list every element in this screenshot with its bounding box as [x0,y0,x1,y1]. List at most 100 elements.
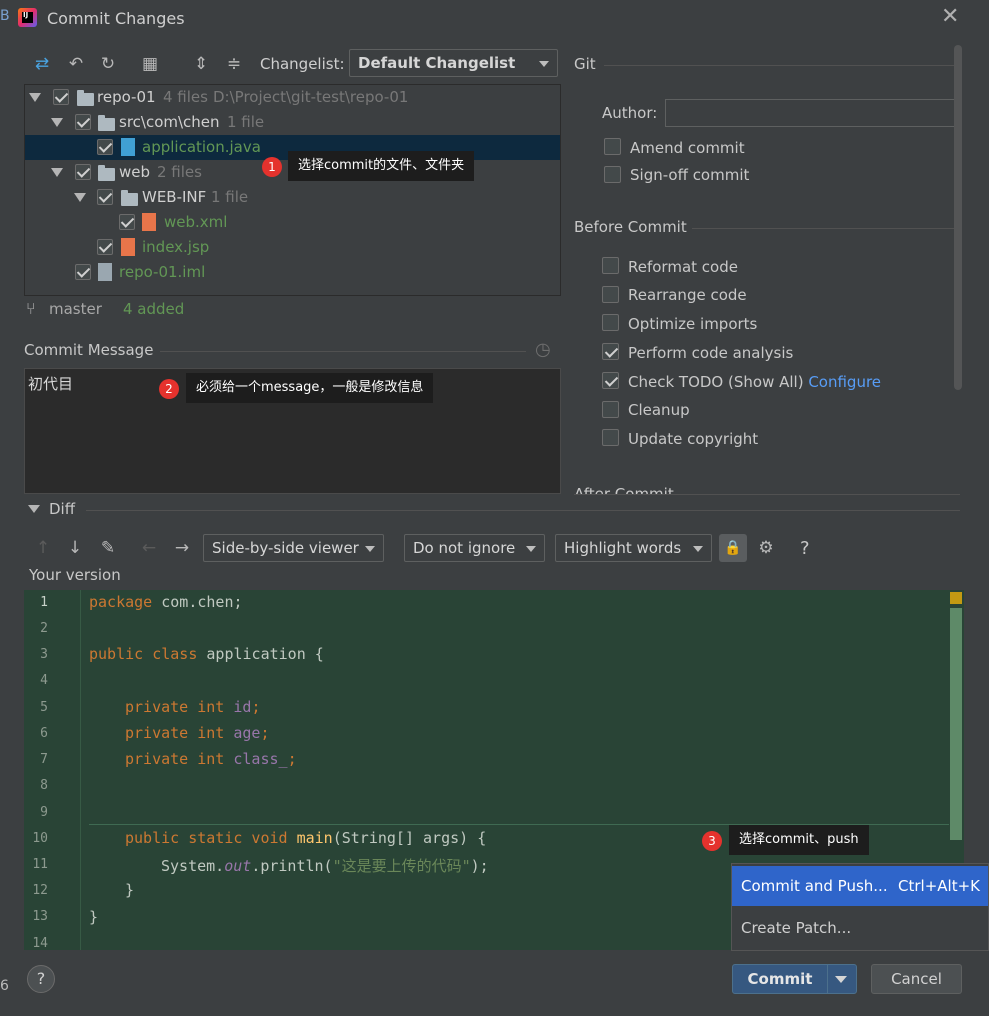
check-todo-checkbox[interactable] [602,372,619,389]
tree-row-repo-iml[interactable]: repo-01.iml [25,260,560,285]
chevron-down-icon [365,546,375,552]
checkbox-web-inf[interactable] [97,189,113,205]
code-line-11: System.out.println("这是要上传的代码"); [161,857,489,875]
expand-all-icon[interactable]: ⇕ [190,53,212,75]
group-by-icon[interactable]: ▦ [139,53,161,75]
help-icon[interactable]: ? [800,538,810,559]
tree-meta: 2 files [157,163,202,181]
optimize-imports-label[interactable]: Optimize imports [628,315,757,333]
amend-commit-label[interactable]: Amend commit [630,139,745,157]
tree-meta: 1 file [211,188,249,206]
optimize-imports-checkbox[interactable] [602,314,619,331]
callout-3: 选择commit、push [729,825,869,855]
perform-code-analysis-checkbox[interactable] [602,343,619,360]
highlight-select[interactable]: Highlight words [555,534,712,562]
callout-badge-1: 1 [262,157,282,177]
reformat-code-label[interactable]: Reformat code [628,258,738,276]
update-copyright-label[interactable]: Update copyright [628,430,758,448]
signoff-commit-label[interactable]: Sign-off commit [630,166,749,184]
configure-link[interactable]: Configure [808,373,881,391]
close-icon[interactable]: ✕ [941,6,959,28]
viewer-select[interactable]: Side-by-side viewer [203,534,384,562]
update-copyright-checkbox[interactable] [602,429,619,446]
folder-icon [121,190,138,206]
edit-source-icon[interactable]: ✎ [97,537,119,559]
code-line-10: public static void main(String[] args) { [125,829,487,847]
code-line-13: } [89,908,99,926]
cancel-button[interactable]: Cancel [871,964,962,994]
cleanup-label[interactable]: Cleanup [628,401,690,419]
amend-commit-checkbox[interactable] [604,138,621,155]
commit-options-popup: Commit and Push... Ctrl+Alt+K Create Pat… [731,863,989,951]
line-number: 1 [40,595,48,610]
line-number: 13 [32,909,48,924]
check-todo-label[interactable]: Check TODO (Show All) Configure [628,373,881,391]
signoff-commit-checkbox[interactable] [604,166,621,183]
before-commit-title: Before Commit [574,218,687,236]
checkbox-src[interactable] [75,114,91,130]
after-commit-clip: After Commit [574,480,954,494]
branch-status: 4 added [123,300,185,318]
author-input[interactable] [665,99,958,127]
line-number: 7 [40,752,48,767]
tree-row-index-jsp[interactable]: index.jsp [25,235,560,260]
code-line-1: package com.chen; [89,593,243,611]
perform-code-analysis-label[interactable]: Perform code analysis [628,344,793,362]
rearrange-code-label[interactable]: Rearrange code [628,286,747,304]
checkbox-application-java[interactable] [97,139,113,155]
line-number: 11 [32,857,48,872]
tree-row-web-inf[interactable]: WEB-INF 1 file [25,185,560,210]
cleanup-checkbox[interactable] [602,401,619,418]
callout-2: 必须给一个message，一般是修改信息 [186,373,434,403]
checkbox-web[interactable] [75,164,91,180]
tree-row-repo[interactable]: repo-01 4 files D:\Project\git-test\repo… [25,85,560,110]
create-patch-item[interactable]: Create Patch... [732,908,988,948]
back-arrow-icon[interactable]: ← [138,537,160,559]
callout-badge-2: 2 [159,379,179,399]
prev-difference-icon[interactable]: ↑ [32,537,54,559]
collapse-all-icon[interactable]: ≑ [223,53,245,75]
commit-dropdown-arrow-icon[interactable] [835,976,847,983]
shortcut-label: Ctrl+Alt+K [898,877,980,895]
module-folder-icon [77,90,94,106]
line-number: 3 [40,647,48,662]
history-clock-icon[interactable]: ◷ [535,339,551,360]
editor-scrollbar[interactable] [950,608,962,840]
jsp-file-icon [121,238,135,256]
expand-triangle-icon[interactable] [74,193,86,202]
changelist-select[interactable]: Default Changelist [349,49,558,77]
checkbox-repo-iml[interactable] [75,264,91,280]
collapse-diff-icon[interactable] [28,505,40,513]
changelist-label: Changelist: [260,55,345,73]
expand-triangle-icon[interactable] [51,168,63,177]
line-number: 8 [40,778,48,793]
tree-label: index.jsp [142,238,210,256]
tree-row-src[interactable]: src\com\chen 1 file [25,110,560,135]
code-line-12: } [125,881,135,899]
checkbox-repo[interactable] [53,89,69,105]
panel-scrollbar[interactable] [954,45,962,390]
rollback-icon[interactable]: ↶ [65,53,87,75]
checkbox-index-jsp[interactable] [97,239,113,255]
help-button[interactable]: ? [27,965,55,993]
rearrange-code-checkbox[interactable] [602,286,619,303]
refresh-icon[interactable]: ↻ [97,53,119,75]
forward-arrow-icon[interactable]: → [171,537,193,559]
lock-icon[interactable]: 🔒 [719,534,747,562]
commit-button[interactable]: Commit [732,964,857,994]
expand-triangle-icon[interactable] [29,93,41,102]
next-difference-icon[interactable]: ↓ [64,537,86,559]
edge-text-6: 6 [0,978,9,994]
checkbox-web-xml[interactable] [119,214,135,230]
ignore-select[interactable]: Do not ignore [404,534,545,562]
warning-marker-icon[interactable] [950,592,962,604]
chevron-down-icon [693,546,703,552]
gear-icon[interactable]: ⚙ [755,537,777,559]
expand-triangle-icon[interactable] [51,118,63,127]
commit-and-push-item[interactable]: Commit and Push... Ctrl+Alt+K [732,866,988,906]
reformat-code-checkbox[interactable] [602,257,619,274]
show-diff-icon[interactable]: ⇄ [31,53,53,75]
tree-row-web-xml[interactable]: web.xml [25,210,560,235]
changelist-value: Default Changelist [358,54,516,72]
divider [86,510,960,511]
